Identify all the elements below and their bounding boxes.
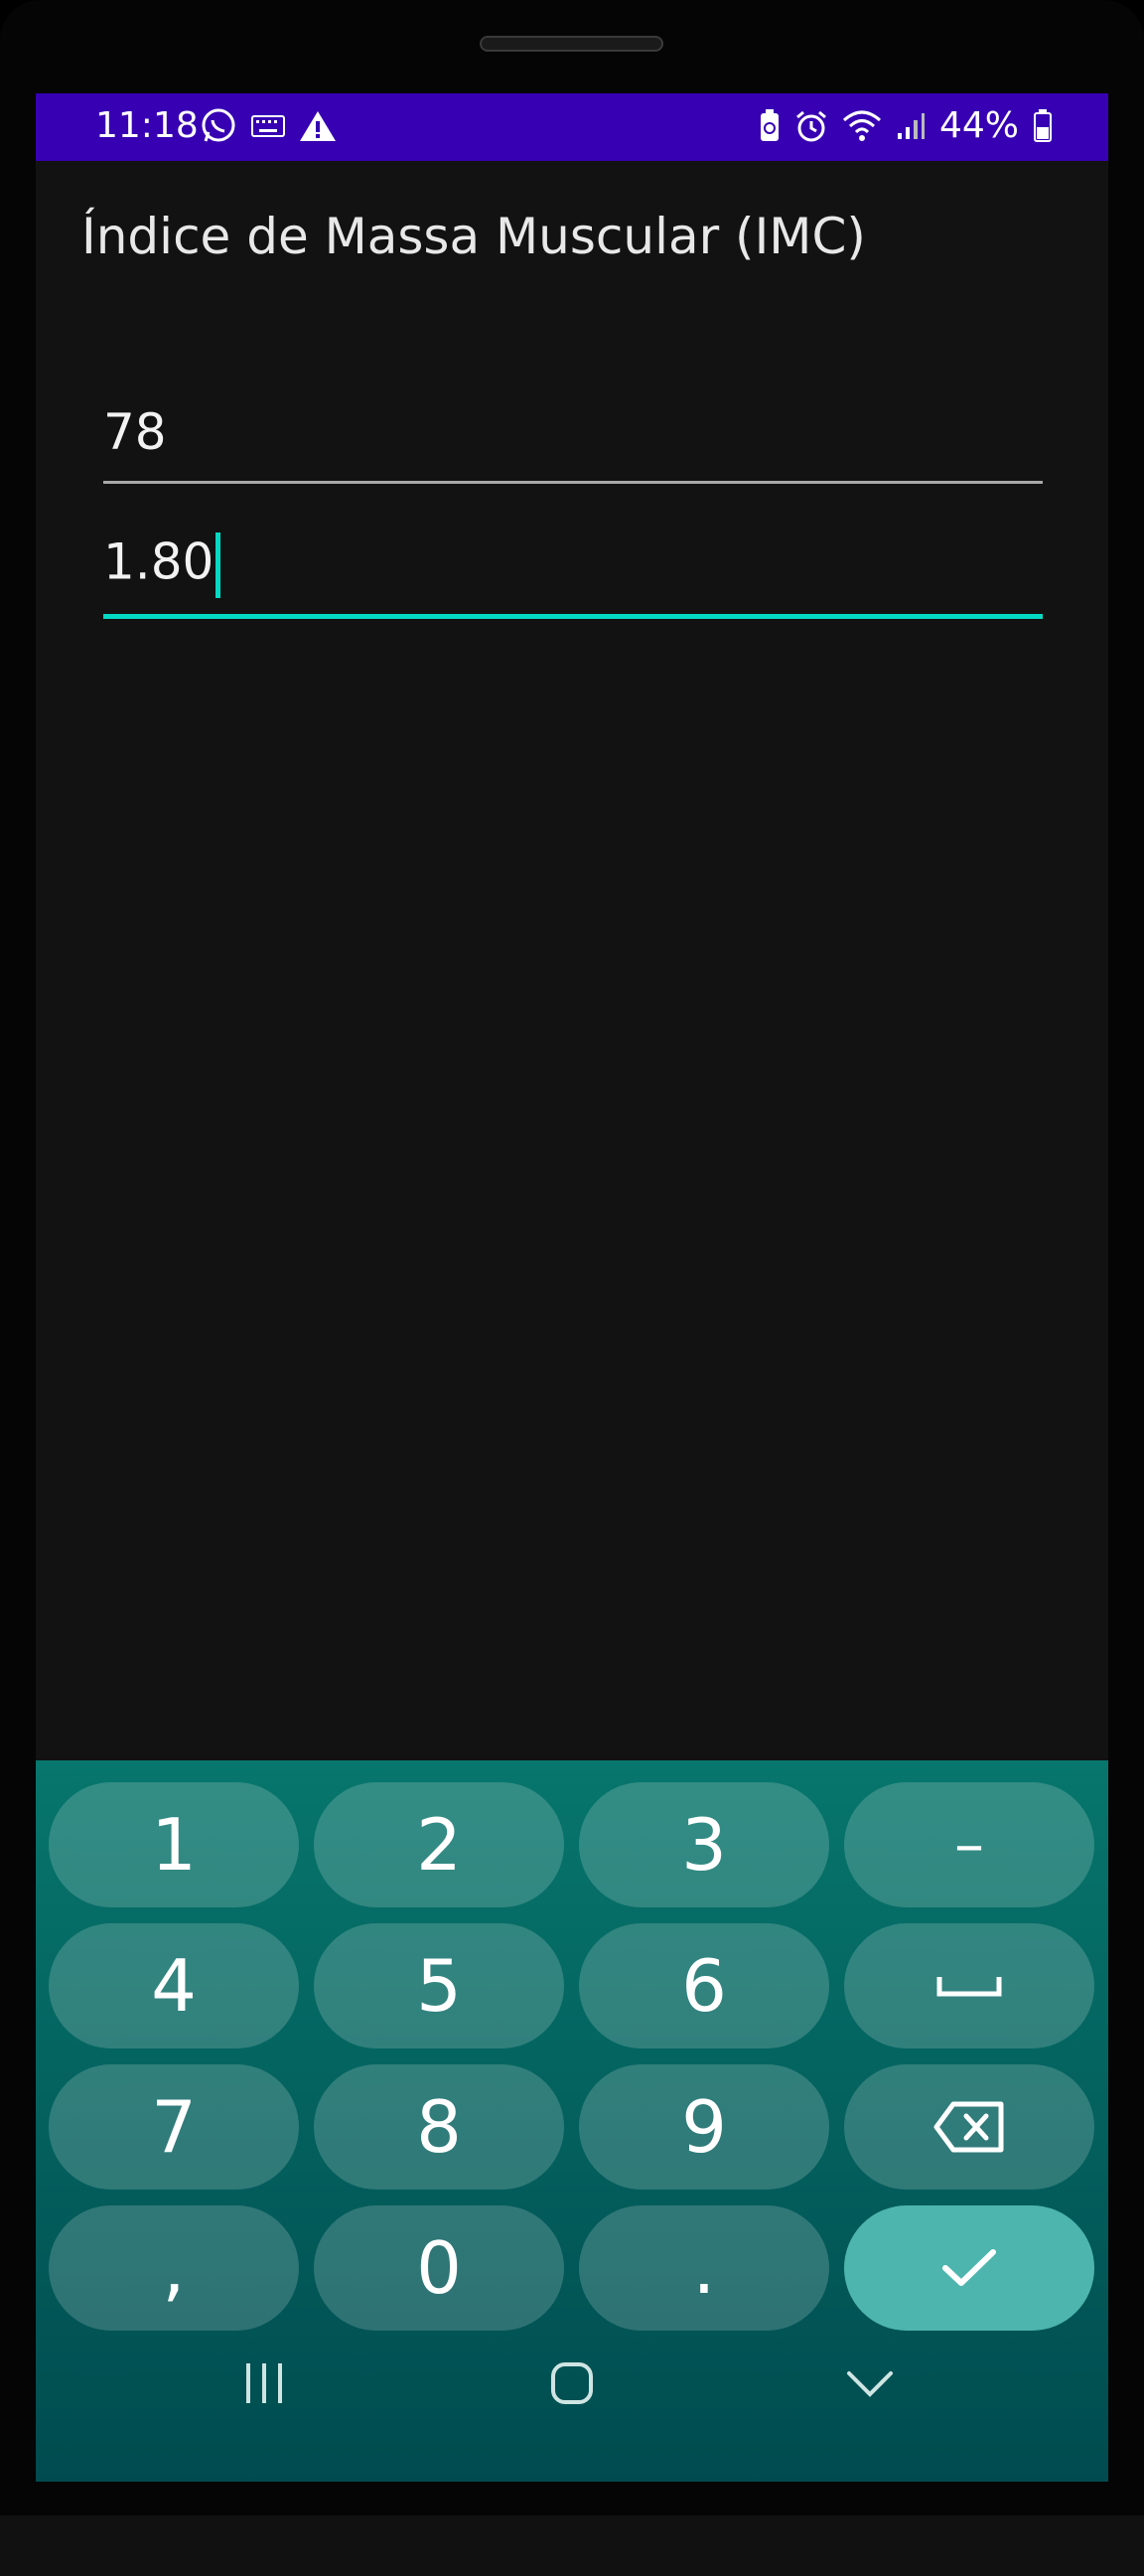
key-9[interactable]: 9 [579, 2064, 829, 2190]
check-icon [942, 2249, 996, 2286]
weight-value: 78 [103, 403, 167, 461]
height-underline [103, 614, 1043, 619]
recent-apps-icon [246, 2363, 282, 2403]
phone-bottom-edge [0, 2515, 1144, 2576]
recent-apps-button[interactable] [214, 2353, 314, 2413]
home-icon [551, 2362, 593, 2404]
navigation-bar [36, 2324, 1108, 2443]
hide-keyboard-icon [847, 2371, 893, 2397]
wifi-icon [842, 110, 881, 141]
key-2[interactable]: 2 [314, 1782, 564, 1907]
key-1[interactable]: 1 [49, 1782, 299, 1907]
key-5[interactable]: 5 [314, 1923, 564, 2048]
home-button[interactable] [522, 2353, 622, 2413]
height-field[interactable]: 1.80 [103, 523, 1043, 622]
battery-icon [1034, 108, 1052, 142]
phone-frame: 11:18 44% Índice de Massa Muscular (IMC)… [0, 0, 1144, 2576]
keyboard-icon [251, 115, 285, 137]
status-bar: 11:18 44% [36, 93, 1108, 161]
signal-icon [897, 112, 925, 139]
space-icon [936, 1977, 1002, 1997]
battery-saver-icon [760, 108, 779, 141]
status-time: 11:18 [95, 105, 199, 146]
height-value: 1.80 [103, 532, 214, 591]
alarm-icon [796, 110, 826, 141]
key-7[interactable]: 7 [49, 2064, 299, 2190]
key-space[interactable] [844, 1923, 1094, 2048]
hide-keyboard-button[interactable] [820, 2353, 920, 2413]
speaker-grille [480, 36, 663, 52]
key-done[interactable] [844, 2205, 1094, 2331]
key-6[interactable]: 6 [579, 1923, 829, 2048]
key-minus[interactable]: – [844, 1782, 1094, 1907]
key-comma[interactable]: , [49, 2205, 299, 2331]
warning-icon [300, 111, 336, 141]
key-0[interactable]: 0 [314, 2205, 564, 2331]
page-title: Índice de Massa Muscular (IMC) [81, 208, 866, 265]
key-4[interactable]: 4 [49, 1923, 299, 2048]
key-8[interactable]: 8 [314, 2064, 564, 2190]
screen: 11:18 44% Índice de Massa Muscular (IMC)… [36, 93, 1108, 2482]
whatsapp-icon [202, 108, 235, 142]
weight-underline [103, 481, 1043, 484]
text-cursor [215, 532, 221, 598]
key-backspace[interactable] [844, 2064, 1094, 2190]
backspace-icon [933, 2101, 1004, 2153]
key-3[interactable]: 3 [579, 1782, 829, 1907]
weight-field[interactable]: 78 [103, 391, 1043, 486]
key-period[interactable]: . [579, 2205, 829, 2331]
battery-percentage: 44% [938, 105, 1019, 146]
